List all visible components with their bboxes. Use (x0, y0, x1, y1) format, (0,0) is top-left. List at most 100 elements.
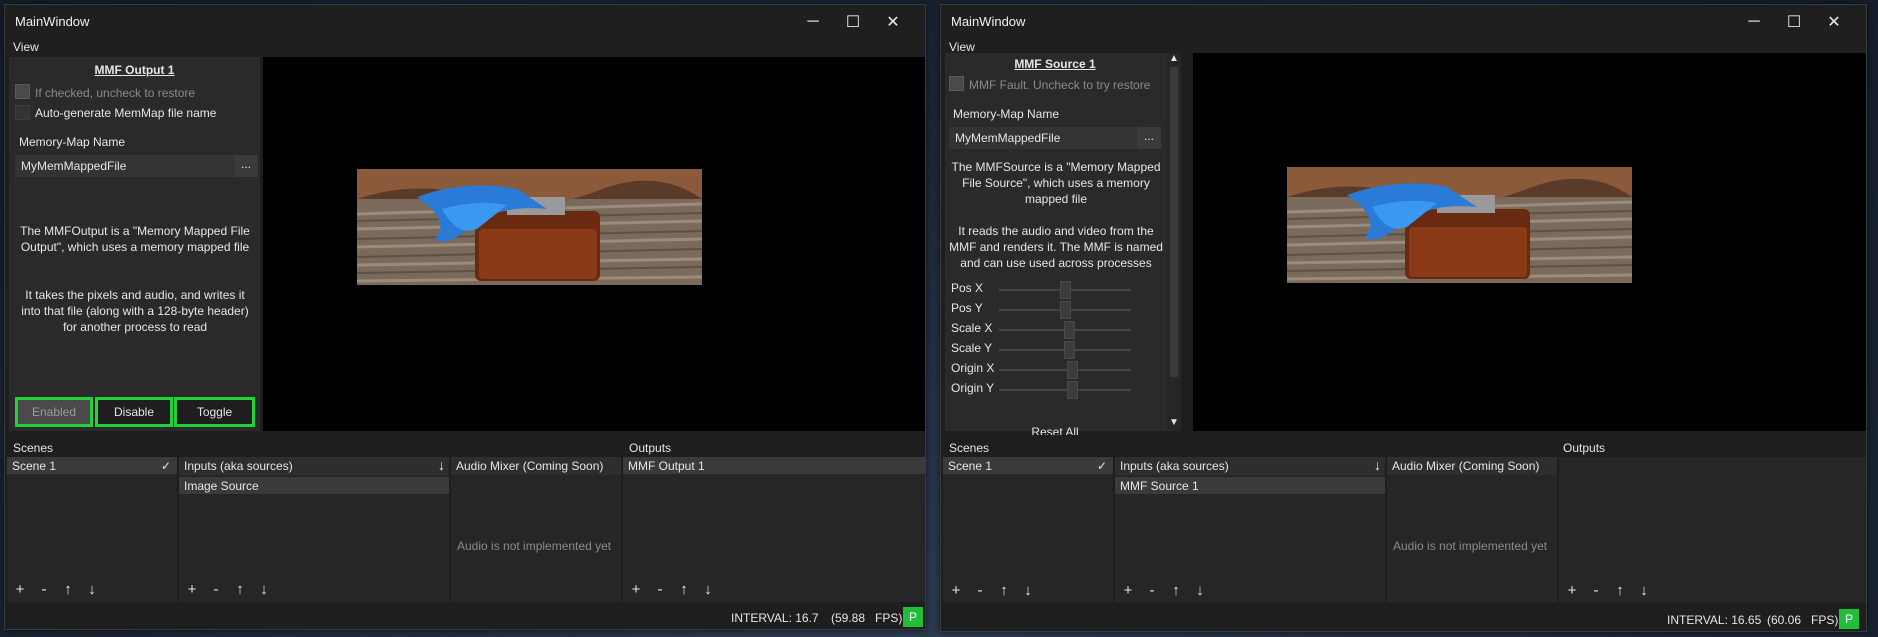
move-down-scene-button[interactable]: ↓ (85, 581, 99, 598)
slider-thumb[interactable] (1060, 301, 1071, 319)
outputs-list[interactable]: MMF Output 1 + - ↑ ↓ (623, 457, 925, 602)
slider-thumb[interactable] (1066, 381, 1078, 399)
scroll-up-icon[interactable]: ▲ (1169, 53, 1179, 64)
scenes-title: Scenes (13, 441, 54, 455)
restore-checkbox[interactable] (15, 84, 30, 99)
interval-readout: INTERVAL: 16.65 (1667, 613, 1762, 627)
memmap-name-value: MyMemMappedFile (21, 159, 127, 173)
remove-scene-button[interactable]: - (973, 582, 987, 599)
move-up-scene-button[interactable]: ↑ (997, 582, 1011, 599)
panel-title: MMF Source 1 (1014, 57, 1096, 71)
memmap-name-field[interactable]: MyMemMappedFile ... (949, 127, 1161, 149)
menu-view[interactable]: View (949, 40, 975, 54)
scenes-list[interactable]: Scene 1 ✓ + - ↑ ↓ (943, 457, 1113, 603)
inputs-list[interactable]: Inputs (aka sources) ↓ MMF Source 1 + - … (1115, 457, 1385, 603)
autogen-checkbox[interactable] (15, 105, 30, 120)
remove-input-button[interactable]: - (1145, 582, 1159, 599)
close-icon[interactable]: ✕ (873, 9, 913, 35)
outputs-toolbar: + - ↑ ↓ (1565, 582, 1651, 599)
interval-readout: INTERVAL: 16.7 (731, 611, 819, 625)
input-row[interactable]: MMF Source 1 (1115, 477, 1385, 494)
disable-button[interactable]: Disable (95, 397, 173, 427)
outputs-title: Outputs (1563, 441, 1606, 455)
slider-thumb[interactable] (1060, 281, 1071, 299)
maximize-icon[interactable]: ☐ (833, 9, 873, 35)
move-up-output-button[interactable]: ↑ (1613, 582, 1627, 599)
browse-button[interactable]: ... (234, 155, 258, 177)
title-bar[interactable]: MainWindow ─ ☐ ✕ (5, 5, 925, 37)
add-output-button[interactable]: + (629, 581, 643, 598)
move-down-input-button[interactable]: ↓ (257, 581, 271, 598)
autogen-checkbox-label: Auto-generate MemMap file name (35, 106, 217, 120)
audio-not-implemented: Audio is not implemented yet (1393, 539, 1548, 553)
output-properties-panel: MMF Output 1 If checked, uncheck to rest… (9, 57, 260, 431)
move-down-output-button[interactable]: ↓ (701, 581, 715, 598)
memmap-name-label: Memory-Map Name (19, 135, 126, 149)
scroll-down-icon[interactable]: ▼ (1169, 417, 1179, 428)
inputs-header-label: Inputs (aka sources) (184, 459, 293, 473)
main-window-output: MainWindow ─ ☐ ✕ View MMF Output 1 If ch… (4, 4, 926, 630)
input-row[interactable]: Image Source (179, 477, 449, 494)
fault-checkbox[interactable] (949, 76, 964, 91)
scenes-list[interactable]: Scene 1 ✓ + - ↑ ↓ (7, 457, 177, 602)
outputs-list[interactable]: + - ↑ ↓ (1559, 457, 1866, 603)
move-down-scene-button[interactable]: ↓ (1021, 582, 1035, 599)
toggle-button[interactable]: Toggle (174, 397, 255, 427)
audio-mixer-panel: Audio Mixer (Coming Soon) Audio is not i… (451, 457, 621, 602)
sort-down-icon[interactable]: ↓ (1374, 457, 1381, 473)
status-badge: P (1839, 609, 1859, 629)
move-up-output-button[interactable]: ↑ (677, 581, 691, 598)
slider-thumb[interactable] (1063, 341, 1075, 359)
slider-thumb[interactable] (1066, 361, 1078, 379)
scene-row[interactable]: Scene 1 ✓ (943, 457, 1113, 474)
add-scene-button[interactable]: + (949, 582, 963, 599)
close-icon[interactable]: ✕ (1814, 9, 1854, 35)
minimize-icon[interactable]: ─ (793, 9, 833, 35)
preview-canvas[interactable] (1193, 53, 1866, 431)
title-bar[interactable]: MainWindow ─ ☐ ✕ (941, 5, 1866, 37)
output-row[interactable]: MMF Output 1 (623, 457, 925, 474)
minimize-icon[interactable]: ─ (1734, 9, 1774, 35)
browse-button[interactable]: ... (1137, 127, 1161, 149)
scene-row-label: Scene 1 (948, 459, 993, 473)
menu-view[interactable]: View (13, 40, 39, 54)
move-up-input-button[interactable]: ↑ (233, 581, 247, 598)
slider-track[interactable] (999, 389, 1131, 391)
add-input-button[interactable]: + (1121, 582, 1135, 599)
move-down-output-button[interactable]: ↓ (1637, 582, 1651, 599)
description-2: It takes the pixels and audio, and write… (21, 288, 249, 334)
remove-output-button[interactable]: - (1589, 582, 1603, 599)
scroll-thumb[interactable] (1170, 67, 1178, 377)
add-scene-button[interactable]: + (13, 581, 27, 598)
sort-down-icon[interactable]: ↓ (438, 457, 445, 473)
slider-label: Origin Y (951, 381, 995, 395)
outputs-toolbar: + - ↑ ↓ (629, 581, 715, 598)
menu-bar: View (5, 37, 925, 57)
move-down-input-button[interactable]: ↓ (1193, 582, 1207, 599)
scenes-toolbar: + - ↑ ↓ (13, 581, 99, 598)
remove-input-button[interactable]: - (209, 581, 223, 598)
inputs-list[interactable]: Inputs (aka sources) ↓ Image Source + - … (179, 457, 449, 602)
add-input-button[interactable]: + (185, 581, 199, 598)
scene-row[interactable]: Scene 1 ✓ (7, 457, 177, 474)
audio-mixer-header: Audio Mixer (Coming Soon) (1387, 457, 1557, 475)
slider-track[interactable] (999, 369, 1131, 371)
fps-value: (60.06 (1767, 613, 1802, 627)
move-up-scene-button[interactable]: ↑ (61, 581, 75, 598)
panel-title: MMF Output 1 (94, 63, 175, 77)
remove-scene-button[interactable]: - (37, 581, 51, 598)
add-output-button[interactable]: + (1565, 582, 1579, 599)
restore-checkbox-label: If checked, uncheck to restore (35, 86, 196, 100)
move-up-input-button[interactable]: ↑ (1169, 582, 1183, 599)
fault-checkbox-label: MMF Fault. Uncheck to try restore (969, 78, 1151, 92)
slider-thumb[interactable] (1063, 321, 1075, 339)
remove-output-button[interactable]: - (653, 581, 667, 598)
memmap-name-field[interactable]: MyMemMappedFile ... (15, 155, 258, 177)
inputs-toolbar: + - ↑ ↓ (185, 581, 271, 598)
enabled-button[interactable]: Enabled (15, 397, 93, 427)
main-window-source: MainWindow ─ ☐ ✕ View MMF Source 1 MMF F… (940, 4, 1867, 632)
maximize-icon[interactable]: ☐ (1774, 9, 1814, 35)
preview-canvas[interactable] (263, 57, 925, 431)
preview-image (357, 169, 702, 285)
panel-scrollbar[interactable]: ▲ ▼ (1167, 53, 1181, 431)
